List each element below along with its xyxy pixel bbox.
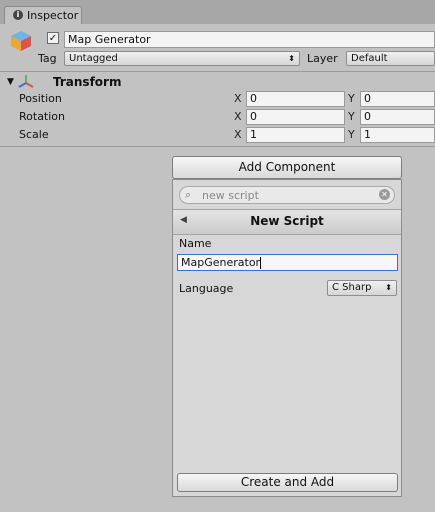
search-field[interactable]: ⌕ new script ✕ bbox=[179, 186, 395, 204]
tag-dropdown[interactable]: Untagged ⬍ bbox=[64, 51, 300, 66]
tab-inspector-label: Inspector bbox=[27, 9, 79, 22]
search-placeholder: new script bbox=[202, 189, 259, 202]
scale-label: Scale bbox=[19, 128, 49, 141]
new-script-header: ◀ New Script bbox=[173, 209, 401, 235]
position-y-axis: Y bbox=[348, 92, 355, 105]
position-y-field[interactable]: 0 bbox=[360, 91, 435, 107]
search-icon: ⌕ bbox=[185, 188, 192, 201]
script-name-value: MapGenerator bbox=[181, 256, 261, 269]
scale-y-axis: Y bbox=[348, 128, 355, 141]
rotation-y-axis: Y bbox=[348, 110, 355, 123]
rotation-x-axis: X bbox=[234, 110, 242, 123]
script-name-input[interactable]: MapGenerator bbox=[177, 254, 398, 271]
add-component-panel: ⌕ new script ✕ ◀ New Script Name MapGene… bbox=[172, 179, 402, 497]
scale-y-field[interactable]: 1 bbox=[360, 127, 435, 143]
layer-dropdown[interactable]: Default bbox=[346, 51, 435, 66]
clear-search-icon[interactable]: ✕ bbox=[379, 189, 390, 200]
tab-bar: i Inspector bbox=[0, 0, 435, 24]
scale-x-axis: X bbox=[234, 128, 242, 141]
position-x-axis: X bbox=[234, 92, 242, 105]
dropdown-arrows-icon: ⬍ bbox=[288, 54, 295, 63]
layer-value: Default bbox=[351, 53, 388, 64]
header-separator bbox=[0, 71, 435, 72]
position-label: Position bbox=[19, 92, 62, 105]
transform-axes-icon bbox=[18, 74, 34, 90]
gameobject-icon bbox=[9, 29, 33, 53]
rotation-x-field[interactable]: 0 bbox=[246, 109, 345, 125]
object-name-input[interactable]: Map Generator bbox=[64, 31, 435, 48]
tab-inspector[interactable]: i Inspector bbox=[4, 6, 82, 24]
info-icon: i bbox=[13, 10, 23, 20]
transform-foldout-icon[interactable]: ▼ bbox=[7, 77, 14, 87]
transform-separator bbox=[0, 146, 435, 147]
transform-title: Transform bbox=[53, 75, 122, 89]
active-checkbox[interactable]: ✓ bbox=[47, 32, 59, 44]
add-component-button[interactable]: Add Component bbox=[172, 156, 402, 179]
rotation-y-field[interactable]: 0 bbox=[360, 109, 435, 125]
tag-label: Tag bbox=[38, 52, 57, 65]
name-label: Name bbox=[179, 237, 212, 250]
language-label: Language bbox=[179, 282, 234, 295]
rotation-label: Rotation bbox=[19, 110, 66, 123]
language-arrows-icon: ⬍ bbox=[385, 283, 392, 292]
language-value: C Sharp bbox=[332, 282, 372, 293]
position-x-field[interactable]: 0 bbox=[246, 91, 345, 107]
tag-value: Untagged bbox=[69, 53, 118, 64]
new-script-title: New Script bbox=[250, 214, 324, 228]
create-and-add-button[interactable]: Create and Add bbox=[177, 473, 398, 492]
language-dropdown[interactable]: C Sharp ⬍ bbox=[327, 280, 397, 296]
text-cursor bbox=[260, 257, 262, 269]
layer-label: Layer bbox=[307, 52, 338, 65]
scale-x-field[interactable]: 1 bbox=[246, 127, 345, 143]
